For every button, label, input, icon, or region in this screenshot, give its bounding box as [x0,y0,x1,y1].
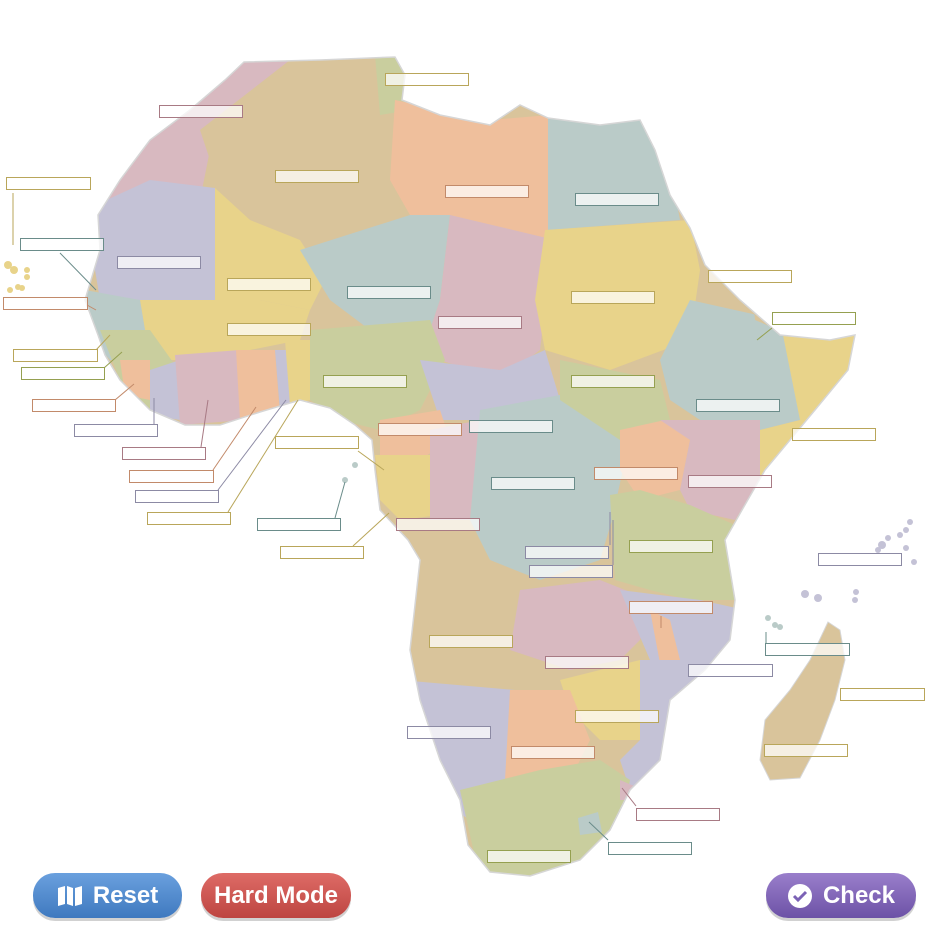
label-slot[interactable] [772,312,856,325]
label-slot[interactable] [688,475,772,488]
label-slot[interactable] [257,518,341,531]
label-slot[interactable] [407,726,491,739]
label-slot[interactable] [487,850,571,863]
label-slot[interactable] [159,105,243,118]
label-slot[interactable] [792,428,876,441]
reset-button[interactable]: Reset [33,873,182,918]
label-slot[interactable] [347,286,431,299]
label-slot[interactable] [575,193,659,206]
label-slot[interactable] [129,470,214,483]
label-slot[interactable] [378,423,462,436]
label-slot[interactable] [511,746,595,759]
hard-mode-label: Hard Mode [213,881,338,909]
label-slot[interactable] [445,185,529,198]
label-slot[interactable] [545,656,629,669]
label-slot[interactable] [818,553,902,566]
check-label: Check [822,881,896,909]
label-slot[interactable] [708,270,792,283]
map-icon [57,885,83,907]
label-slot[interactable] [629,601,713,614]
label-slot[interactable] [608,842,692,855]
label-slot[interactable] [438,316,522,329]
label-slot[interactable] [32,399,116,412]
label-slot[interactable] [571,375,655,388]
label-slot[interactable] [6,177,91,190]
label-slot[interactable] [765,643,850,656]
label-slot[interactable] [275,436,359,449]
label-slot[interactable] [147,512,231,525]
label-slot[interactable] [122,447,206,460]
label-slot[interactable] [429,635,513,648]
label-slot[interactable] [227,278,311,291]
label-slot[interactable] [840,688,925,701]
label-slot[interactable] [688,664,773,677]
label-slot[interactable] [629,540,713,553]
check-button[interactable]: Check [766,873,916,918]
label-slot[interactable] [575,710,659,723]
label-slot[interactable] [571,291,655,304]
label-slot[interactable] [21,367,105,380]
label-slot[interactable] [117,256,201,269]
label-slot[interactable] [323,375,407,388]
label-slot[interactable] [525,546,609,559]
label-slot[interactable] [275,170,359,183]
label-slot[interactable] [74,424,158,437]
label-slot[interactable] [491,477,575,490]
hard-mode-button[interactable]: Hard Mode [201,873,351,918]
label-slot[interactable] [636,808,720,821]
label-slot[interactable] [227,323,311,336]
label-slot[interactable] [135,490,219,503]
label-slot[interactable] [385,73,469,86]
label-slot[interactable] [594,467,678,480]
label-slot[interactable] [20,238,104,251]
label-slot[interactable] [13,349,98,362]
check-circle-icon [787,883,813,909]
label-slot[interactable] [469,420,553,433]
label-slot[interactable] [696,399,780,412]
label-slot[interactable] [529,565,613,578]
label-slot[interactable] [280,546,364,559]
label-slot[interactable] [764,744,848,757]
reset-label: Reset [92,881,159,909]
label-slot[interactable] [3,297,88,310]
label-slot[interactable] [396,518,480,531]
